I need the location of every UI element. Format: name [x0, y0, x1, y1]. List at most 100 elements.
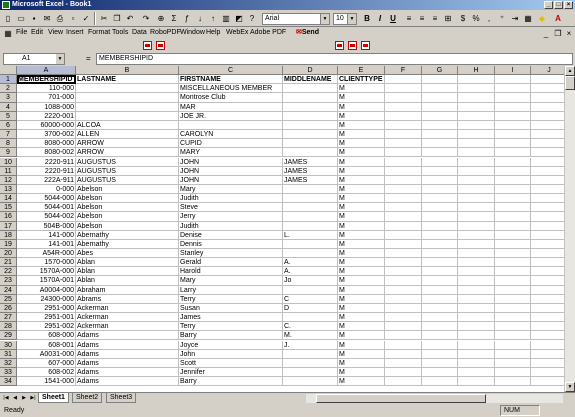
cell-d17[interactable]: [283, 221, 338, 231]
cell-a11[interactable]: 2220-911: [17, 166, 76, 176]
cell-c25[interactable]: Terry: [179, 294, 283, 304]
cell-f17[interactable]: [385, 221, 422, 231]
pdf-create-icon[interactable]: [335, 41, 344, 50]
column-header-b[interactable]: B: [76, 66, 179, 76]
cell-h7[interactable]: [458, 130, 495, 140]
cell-h14[interactable]: [458, 194, 495, 204]
merge-center-icon[interactable]: ⊞: [442, 12, 454, 25]
cell-d32[interactable]: [283, 358, 338, 368]
cell-h33[interactable]: [458, 367, 495, 378]
cell-d9[interactable]: [283, 148, 338, 158]
row-header[interactable]: 12: [0, 175, 17, 185]
cell-h9[interactable]: [458, 148, 495, 158]
cell-i33[interactable]: [495, 367, 531, 378]
cell-h12[interactable]: [458, 175, 495, 185]
cell-i19[interactable]: [495, 239, 531, 249]
cell-d34[interactable]: [283, 377, 338, 387]
cell-g4[interactable]: [422, 102, 458, 112]
cell-b5[interactable]: [76, 111, 179, 121]
cell-d3[interactable]: [283, 93, 338, 103]
cell-h20[interactable]: [458, 249, 495, 259]
cell-b14[interactable]: Abelson: [76, 194, 179, 204]
cell-i29[interactable]: [495, 331, 531, 341]
cell-f22[interactable]: [385, 267, 422, 277]
cell-c6[interactable]: [179, 120, 283, 131]
cell-b30[interactable]: Adams: [76, 340, 179, 350]
cell-e18[interactable]: M: [338, 230, 385, 240]
cell-g17[interactable]: [422, 221, 458, 231]
cell-a20[interactable]: A54R-000: [17, 249, 76, 259]
menu-window[interactable]: Window: [180, 28, 205, 38]
increase-decimal-icon[interactable]: ⁺: [496, 12, 508, 25]
cell-h34[interactable]: [458, 377, 495, 387]
font-size-select[interactable]: 10 ▼: [333, 13, 357, 25]
cell-e13[interactable]: M: [338, 184, 385, 195]
cell-c9[interactable]: MARY: [179, 148, 283, 158]
cell-c34[interactable]: Barry: [179, 377, 283, 387]
cell-a10[interactable]: 2220-911: [17, 157, 76, 167]
cell-h11[interactable]: [458, 166, 495, 176]
sort-desc-icon[interactable]: ↑: [207, 12, 219, 25]
sheet-tab-1[interactable]: Sheet1: [38, 393, 69, 403]
cell-f20[interactable]: [385, 249, 422, 259]
cell-f4[interactable]: [385, 102, 422, 112]
cell-g13[interactable]: [422, 184, 458, 195]
cell-d2[interactable]: [283, 84, 338, 94]
undo-icon[interactable]: ↶: [124, 12, 136, 25]
cell-d31[interactable]: [283, 349, 338, 359]
cell-c30[interactable]: Joyce: [179, 340, 283, 350]
row-header[interactable]: 14: [0, 194, 17, 204]
cell-b2[interactable]: [76, 84, 179, 94]
cell-g12[interactable]: [422, 175, 458, 185]
row-header[interactable]: 27: [0, 313, 17, 323]
cell-c27[interactable]: James: [179, 313, 283, 323]
cell-f18[interactable]: [385, 230, 422, 240]
cell-j4[interactable]: [531, 102, 568, 112]
cell-c11[interactable]: JOHN: [179, 166, 283, 176]
cell-e26[interactable]: M: [338, 303, 385, 314]
cell-b8[interactable]: ARROW: [76, 139, 179, 149]
cell-h4[interactable]: [458, 102, 495, 112]
cell-c22[interactable]: Harold: [179, 267, 283, 277]
cell-d10[interactable]: JAMES: [283, 157, 338, 167]
font-color-icon[interactable]: A: [552, 12, 564, 25]
cell-i32[interactable]: [495, 358, 531, 368]
cell-c28[interactable]: Terry: [179, 322, 283, 332]
cell-j12[interactable]: [531, 175, 568, 185]
cell-h10[interactable]: [458, 157, 495, 167]
cell-e6[interactable]: M: [338, 120, 385, 131]
cell-a4[interactable]: 1088-000: [17, 102, 76, 112]
send-button[interactable]: ✉Send: [296, 28, 319, 38]
cell-c26[interactable]: Susan: [179, 303, 283, 314]
comma-button[interactable]: ,: [483, 12, 495, 25]
row-header[interactable]: 9: [0, 148, 17, 158]
cell-a18[interactable]: 141-000: [17, 230, 76, 240]
cell-d19[interactable]: [283, 239, 338, 249]
cell-c7[interactable]: CAROLYN: [179, 130, 283, 140]
cell-d12[interactable]: JAMES: [283, 175, 338, 185]
cell-d23[interactable]: Jo: [283, 276, 338, 286]
cell-h8[interactable]: [458, 139, 495, 149]
cell-b29[interactable]: Adams: [76, 331, 179, 341]
cell-a23[interactable]: 1570A-001: [17, 276, 76, 286]
cell-a1[interactable]: MEMBERSHIPID: [17, 75, 76, 85]
cell-g1[interactable]: [422, 75, 458, 85]
vertical-scrollbar[interactable]: ▲ ▼: [564, 66, 575, 392]
menu-data[interactable]: Data: [132, 28, 147, 38]
cell-i10[interactable]: [495, 157, 531, 167]
scroll-down-icon[interactable]: ▼: [565, 382, 575, 392]
cell-c10[interactable]: JOHN: [179, 157, 283, 167]
prev-sheet-icon[interactable]: ◀: [11, 394, 19, 403]
cell-j13[interactable]: [531, 184, 568, 195]
cell-b23[interactable]: Ablan: [76, 276, 179, 286]
indent-icon[interactable]: ⇥: [509, 12, 521, 25]
cell-e12[interactable]: M: [338, 175, 385, 185]
cell-j8[interactable]: [531, 139, 568, 149]
cell-c31[interactable]: John: [179, 349, 283, 359]
cell-i20[interactable]: [495, 249, 531, 259]
cell-c21[interactable]: Gerald: [179, 258, 283, 268]
scroll-up-icon[interactable]: ▲: [565, 66, 575, 76]
cell-c18[interactable]: Denise: [179, 230, 283, 240]
cell-b3[interactable]: [76, 93, 179, 103]
cell-i15[interactable]: [495, 203, 531, 213]
